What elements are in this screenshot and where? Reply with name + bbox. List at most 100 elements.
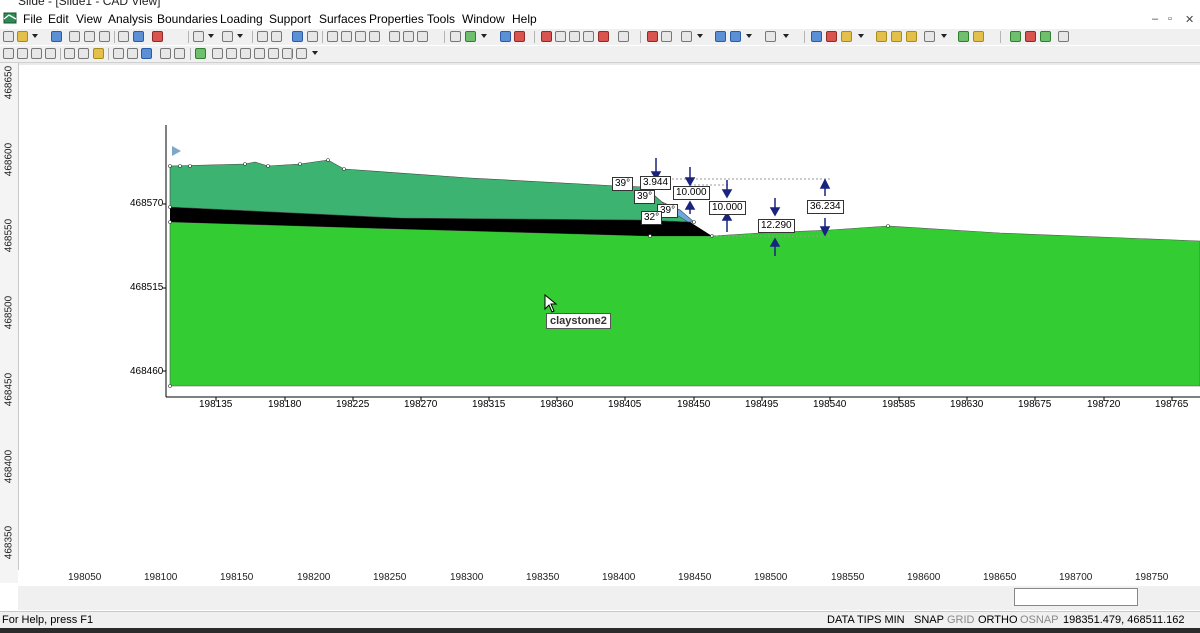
- eraser-icon[interactable]: [296, 48, 307, 59]
- layer-icon[interactable]: [307, 31, 318, 42]
- polyline-icon[interactable]: [78, 48, 89, 59]
- zoom-previous-icon[interactable]: [403, 31, 414, 42]
- properties-dropdown-icon[interactable]: [858, 34, 864, 38]
- zoom-all-icon[interactable]: [327, 31, 338, 42]
- export-icon[interactable]: [133, 31, 144, 42]
- surface-dropdown-icon[interactable]: [746, 34, 752, 38]
- color-icon[interactable]: [152, 31, 163, 42]
- geotextile-icon[interactable]: [681, 31, 692, 42]
- grid-view-icon[interactable]: [45, 48, 56, 59]
- assign-properties-icon[interactable]: [826, 31, 837, 42]
- text-box-icon[interactable]: [195, 48, 206, 59]
- groundwater-icon[interactable]: [841, 31, 852, 42]
- select-icon[interactable]: [257, 31, 268, 42]
- dimension-icon[interactable]: [226, 48, 237, 59]
- undo-dropdown-icon[interactable]: [208, 34, 214, 38]
- zoom-window-icon[interactable]: [389, 31, 400, 42]
- status-osnap[interactable]: OSNAP: [1020, 614, 1059, 626]
- compute-icon[interactable]: [958, 31, 969, 42]
- annotate-icon[interactable]: [924, 31, 935, 42]
- dimension-label[interactable]: 3.944: [640, 176, 672, 190]
- material-boundary-icon[interactable]: [514, 31, 525, 42]
- menu-help[interactable]: Help: [512, 12, 537, 26]
- copy-icon[interactable]: [118, 31, 129, 42]
- menu-view[interactable]: View: [76, 12, 102, 26]
- dimension-label[interactable]: 12.290: [758, 219, 795, 233]
- zoom-in-icon[interactable]: [341, 31, 352, 42]
- limits-dropdown-icon[interactable]: [783, 34, 789, 38]
- line-icon[interactable]: [64, 48, 75, 59]
- menu-boundaries[interactable]: Boundaries: [157, 12, 218, 26]
- close-icon[interactable]: ✕: [1185, 13, 1194, 26]
- slope-dim-icon[interactable]: [254, 48, 265, 59]
- redo-dropdown-icon[interactable]: [237, 34, 243, 38]
- distributed-load-icon[interactable]: [598, 31, 609, 42]
- ruler-icon[interactable]: [876, 31, 887, 42]
- info-viewer-icon[interactable]: [1010, 31, 1021, 42]
- angle-tool-icon[interactable]: [891, 31, 902, 42]
- triangle-icon[interactable]: [212, 48, 223, 59]
- zoom-out-icon[interactable]: [355, 31, 366, 42]
- view-icon[interactable]: [3, 48, 14, 59]
- rectangle-icon[interactable]: [160, 48, 171, 59]
- dimension-label[interactable]: 10.000: [673, 186, 710, 200]
- open-dropdown-icon[interactable]: [32, 34, 38, 38]
- status-snap[interactable]: SNAP: [914, 614, 944, 626]
- slope-limits-icon[interactable]: [765, 31, 776, 42]
- print-icon[interactable]: [84, 31, 95, 42]
- table-icon[interactable]: [17, 48, 28, 59]
- area-tool-icon[interactable]: [906, 31, 917, 42]
- menu-window[interactable]: Window: [462, 12, 505, 26]
- minimize-icon[interactable]: –: [1152, 13, 1158, 25]
- redo-icon[interactable]: [222, 31, 233, 42]
- display-icon[interactable]: [292, 31, 303, 42]
- boundary-dropdown-icon[interactable]: [481, 34, 487, 38]
- define-materials-icon[interactable]: [811, 31, 822, 42]
- pan-icon[interactable]: [271, 31, 282, 42]
- angle-label[interactable]: 39°: [612, 177, 634, 191]
- spline-icon[interactable]: [141, 48, 152, 59]
- new-file-icon[interactable]: [3, 31, 14, 42]
- snap-icon[interactable]: [93, 48, 104, 59]
- report-icon[interactable]: [1025, 31, 1036, 42]
- support-dropdown-icon[interactable]: [697, 34, 703, 38]
- add-vertex-icon[interactable]: [555, 31, 566, 42]
- draw-dropdown-icon[interactable]: [312, 51, 318, 55]
- menu-surfaces[interactable]: Surfaces: [319, 12, 366, 26]
- menu-file[interactable]: File: [23, 12, 42, 26]
- open-file-icon[interactable]: [17, 31, 28, 42]
- dimension-label[interactable]: 36.234: [807, 200, 844, 214]
- point-load-icon[interactable]: [618, 31, 629, 42]
- grid-search-icon[interactable]: [730, 31, 741, 42]
- move-vertex-icon[interactable]: [569, 31, 580, 42]
- curve-icon[interactable]: [127, 48, 138, 59]
- menu-loading[interactable]: Loading: [220, 12, 263, 26]
- save-icon[interactable]: [51, 31, 62, 42]
- status-data-tips[interactable]: DATA TIPS MIN: [827, 614, 905, 626]
- menu-properties[interactable]: Properties: [369, 12, 424, 26]
- menu-edit[interactable]: Edit: [48, 12, 69, 26]
- scale-icon[interactable]: [99, 31, 110, 42]
- menu-tools[interactable]: Tools: [427, 12, 455, 26]
- anchor-icon[interactable]: [661, 31, 672, 42]
- menu-analysis[interactable]: Analysis: [108, 12, 153, 26]
- tile-windows-icon[interactable]: [1058, 31, 1069, 42]
- restore-icon[interactable]: ▫: [1168, 13, 1172, 25]
- angle-label[interactable]: 39°: [634, 190, 656, 204]
- spreadsheet-icon[interactable]: [31, 48, 42, 59]
- angle-label[interactable]: 32°: [641, 211, 663, 225]
- vertex-icon[interactable]: [541, 31, 552, 42]
- arc-icon[interactable]: [113, 48, 124, 59]
- delete-vertex-icon[interactable]: [583, 31, 594, 42]
- external-boundary-icon[interactable]: [465, 31, 476, 42]
- status-input-box[interactable]: [1014, 588, 1138, 606]
- annotate-dropdown-icon[interactable]: [941, 34, 947, 38]
- ellipse-icon[interactable]: [174, 48, 185, 59]
- menu-support[interactable]: Support: [269, 12, 311, 26]
- boundary-icon[interactable]: [450, 31, 461, 42]
- support-icon[interactable]: [647, 31, 658, 42]
- print-preview-icon[interactable]: [69, 31, 80, 42]
- zoom-extents-icon[interactable]: [369, 31, 380, 42]
- undo-icon[interactable]: [193, 31, 204, 42]
- slip-surface-icon[interactable]: [715, 31, 726, 42]
